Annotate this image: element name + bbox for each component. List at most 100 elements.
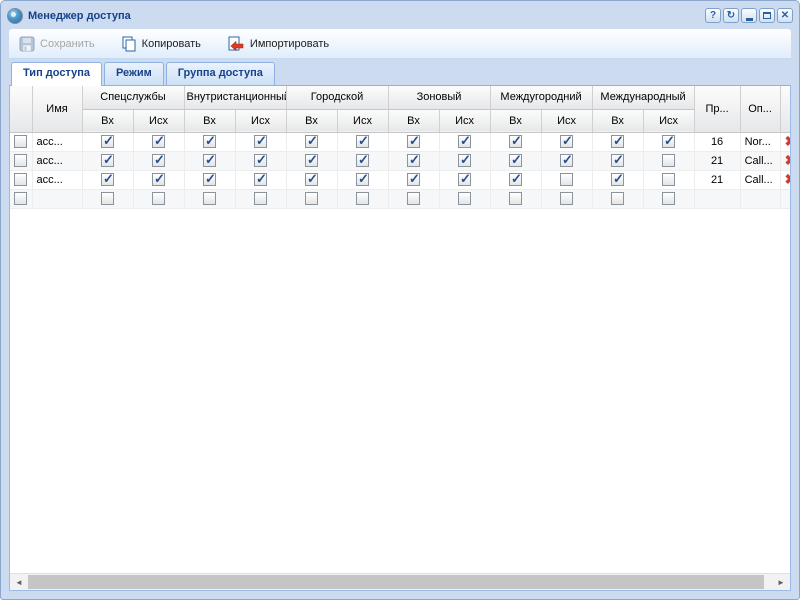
access-checkbox[interactable] bbox=[254, 135, 267, 148]
minimize-button[interactable] bbox=[741, 8, 757, 23]
access-checkbox[interactable] bbox=[407, 173, 420, 186]
description-cell[interactable]: Nor... bbox=[740, 132, 780, 151]
access-checkbox[interactable] bbox=[509, 135, 522, 148]
access-checkbox[interactable] bbox=[305, 154, 318, 167]
priority-cell[interactable]: 16 bbox=[694, 132, 740, 151]
row-select-checkbox[interactable] bbox=[14, 173, 27, 186]
name-cell[interactable]: асс... bbox=[32, 132, 82, 151]
access-checkbox[interactable] bbox=[458, 173, 471, 186]
access-checkbox[interactable] bbox=[458, 135, 471, 148]
access-checkbox[interactable] bbox=[152, 192, 165, 205]
access-checkbox[interactable] bbox=[611, 135, 624, 148]
description-cell[interactable] bbox=[740, 189, 780, 208]
access-checkbox[interactable] bbox=[611, 173, 624, 186]
direction-header-4[interactable]: Вх bbox=[286, 109, 337, 132]
access-checkbox[interactable] bbox=[560, 173, 573, 186]
direction-header-3[interactable]: Исх bbox=[235, 109, 286, 132]
access-checkbox[interactable] bbox=[356, 192, 369, 205]
name-cell[interactable]: асс... bbox=[32, 170, 82, 189]
access-checkbox[interactable] bbox=[662, 173, 675, 186]
direction-header-1[interactable]: Исх bbox=[133, 109, 184, 132]
horizontal-scrollbar[interactable]: ◄ ► bbox=[10, 573, 790, 590]
delete-icon[interactable]: ✖ bbox=[785, 172, 791, 186]
direction-header-7[interactable]: Исх bbox=[439, 109, 490, 132]
tab-access-type[interactable]: Тип доступа bbox=[11, 62, 102, 86]
direction-header-6[interactable]: Вх bbox=[388, 109, 439, 132]
access-check-cell bbox=[286, 189, 337, 208]
scroll-right-arrow-icon[interactable]: ► bbox=[773, 574, 789, 590]
delete-icon[interactable]: ✖ bbox=[785, 134, 791, 148]
access-checkbox[interactable] bbox=[662, 135, 675, 148]
access-checkbox[interactable] bbox=[662, 154, 675, 167]
save-button[interactable]: Сохранить bbox=[13, 33, 101, 55]
copy-button[interactable]: Копировать bbox=[115, 33, 207, 55]
description-column-header[interactable]: Оп... bbox=[740, 86, 780, 132]
access-checkbox[interactable] bbox=[152, 154, 165, 167]
access-checkbox[interactable] bbox=[356, 154, 369, 167]
description-cell[interactable]: Call... bbox=[740, 151, 780, 170]
access-checkbox[interactable] bbox=[356, 173, 369, 186]
direction-header-0[interactable]: Вх bbox=[82, 109, 133, 132]
import-icon bbox=[227, 36, 245, 52]
refresh-button[interactable]: ↻ bbox=[723, 8, 739, 23]
access-checkbox[interactable] bbox=[254, 154, 267, 167]
priority-cell[interactable]: 21 bbox=[694, 170, 740, 189]
access-checkbox[interactable] bbox=[152, 135, 165, 148]
direction-header-2[interactable]: Вх bbox=[184, 109, 235, 132]
scrollbar-thumb[interactable] bbox=[28, 575, 764, 589]
name-cell[interactable] bbox=[32, 189, 82, 208]
direction-header-9[interactable]: Исх bbox=[541, 109, 592, 132]
direction-header-5[interactable]: Исх bbox=[337, 109, 388, 132]
name-column-header[interactable]: Имя bbox=[32, 86, 82, 132]
priority-column-header[interactable]: Пр... bbox=[694, 86, 740, 132]
access-checkbox[interactable] bbox=[509, 192, 522, 205]
access-checkbox[interactable] bbox=[407, 192, 420, 205]
access-checkbox[interactable] bbox=[407, 135, 420, 148]
access-checkbox[interactable] bbox=[305, 173, 318, 186]
access-checkbox[interactable] bbox=[560, 192, 573, 205]
access-checkbox[interactable] bbox=[611, 192, 624, 205]
access-check-cell bbox=[133, 189, 184, 208]
access-checkbox[interactable] bbox=[305, 135, 318, 148]
description-cell[interactable]: Call... bbox=[740, 170, 780, 189]
access-checkbox[interactable] bbox=[509, 154, 522, 167]
direction-header-8[interactable]: Вх bbox=[490, 109, 541, 132]
priority-cell[interactable] bbox=[694, 189, 740, 208]
access-checkbox[interactable] bbox=[458, 154, 471, 167]
access-checkbox[interactable] bbox=[560, 135, 573, 148]
name-cell[interactable]: асс... bbox=[32, 151, 82, 170]
access-checkbox[interactable] bbox=[407, 154, 420, 167]
row-select-checkbox[interactable] bbox=[14, 135, 27, 148]
access-checkbox[interactable] bbox=[458, 192, 471, 205]
access-checkbox[interactable] bbox=[101, 173, 114, 186]
tab-mode[interactable]: Режим bbox=[104, 62, 164, 85]
maximize-button[interactable] bbox=[759, 8, 775, 23]
access-checkbox[interactable] bbox=[611, 154, 624, 167]
close-button[interactable]: ✕ bbox=[777, 8, 793, 23]
priority-cell[interactable]: 21 bbox=[694, 151, 740, 170]
tab-access-group[interactable]: Группа доступа bbox=[166, 62, 275, 85]
access-checkbox[interactable] bbox=[560, 154, 573, 167]
access-checkbox[interactable] bbox=[509, 173, 522, 186]
access-checkbox[interactable] bbox=[305, 192, 318, 205]
access-checkbox[interactable] bbox=[203, 192, 216, 205]
access-checkbox[interactable] bbox=[254, 192, 267, 205]
direction-header-11[interactable]: Исх bbox=[643, 109, 694, 132]
access-checkbox[interactable] bbox=[101, 192, 114, 205]
access-checkbox[interactable] bbox=[101, 154, 114, 167]
access-checkbox[interactable] bbox=[203, 154, 216, 167]
access-checkbox[interactable] bbox=[254, 173, 267, 186]
access-checkbox[interactable] bbox=[356, 135, 369, 148]
row-select-checkbox[interactable] bbox=[14, 154, 27, 167]
access-checkbox[interactable] bbox=[203, 135, 216, 148]
access-checkbox[interactable] bbox=[662, 192, 675, 205]
direction-header-10[interactable]: Вх bbox=[592, 109, 643, 132]
help-button[interactable]: ? bbox=[705, 8, 721, 23]
access-checkbox[interactable] bbox=[203, 173, 216, 186]
scroll-left-arrow-icon[interactable]: ◄ bbox=[11, 574, 27, 590]
import-button[interactable]: Импортировать bbox=[221, 33, 335, 55]
access-checkbox[interactable] bbox=[101, 135, 114, 148]
row-select-checkbox[interactable] bbox=[14, 192, 27, 205]
access-checkbox[interactable] bbox=[152, 173, 165, 186]
delete-icon[interactable]: ✖ bbox=[785, 153, 791, 167]
